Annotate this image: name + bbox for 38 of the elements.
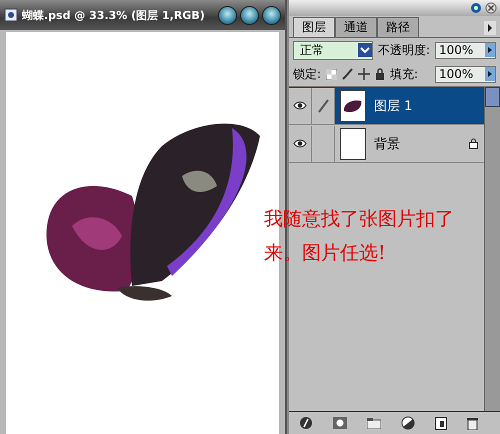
adjustment-layer-icon[interactable] xyxy=(401,416,415,430)
blend-mode-dropdown[interactable]: 正常 xyxy=(292,40,373,60)
lock-icon[interactable] xyxy=(375,68,385,80)
folder-icon[interactable] xyxy=(367,418,381,428)
lock-label: 锁定: xyxy=(292,66,321,82)
layer-thumbnail xyxy=(340,128,366,160)
maximize-button[interactable] xyxy=(240,6,259,24)
layer-thumbnail xyxy=(340,90,366,122)
collapse-icon[interactable] xyxy=(470,2,482,14)
document-icon xyxy=(4,8,18,22)
fill-field[interactable]: 100% xyxy=(435,66,496,82)
layer-row[interactable]: 图层 1 xyxy=(288,87,484,125)
triangle-icon xyxy=(487,24,493,32)
brush-icon[interactable] xyxy=(316,98,329,112)
opacity-field[interactable]: 100% xyxy=(435,42,496,58)
panel-menu-button[interactable] xyxy=(484,21,496,35)
layer-mask-icon[interactable] xyxy=(333,417,347,429)
close-button[interactable] xyxy=(262,6,281,24)
trash-icon[interactable] xyxy=(467,416,478,430)
layer-style-icon[interactable] xyxy=(299,416,313,430)
eye-icon[interactable] xyxy=(292,101,307,110)
window-title: 蝴蝶.psd @ 33.3% (图层 1,RGB) xyxy=(22,8,205,22)
layer-name: 背景 xyxy=(374,136,401,152)
move-icon[interactable] xyxy=(358,68,370,80)
eye-icon[interactable] xyxy=(292,139,307,148)
minimize-button[interactable] xyxy=(218,6,237,24)
scrollbar[interactable] xyxy=(484,87,500,411)
brush-icon[interactable] xyxy=(342,68,353,80)
new-layer-icon[interactable] xyxy=(435,416,447,430)
panel-tab[interactable]: 路径 xyxy=(376,17,419,37)
lock-transparency-icon[interactable] xyxy=(326,68,337,80)
panel-tab[interactable]: 通道 xyxy=(334,17,377,37)
fill-label: 填充: xyxy=(390,66,418,82)
layer-name: 图层 1 xyxy=(374,98,414,114)
opacity-label: 不透明度: xyxy=(378,42,430,58)
panel-tab[interactable]: 图层 xyxy=(292,17,335,37)
close-icon[interactable] xyxy=(485,2,497,14)
layer-row[interactable]: 背景 xyxy=(288,125,484,163)
